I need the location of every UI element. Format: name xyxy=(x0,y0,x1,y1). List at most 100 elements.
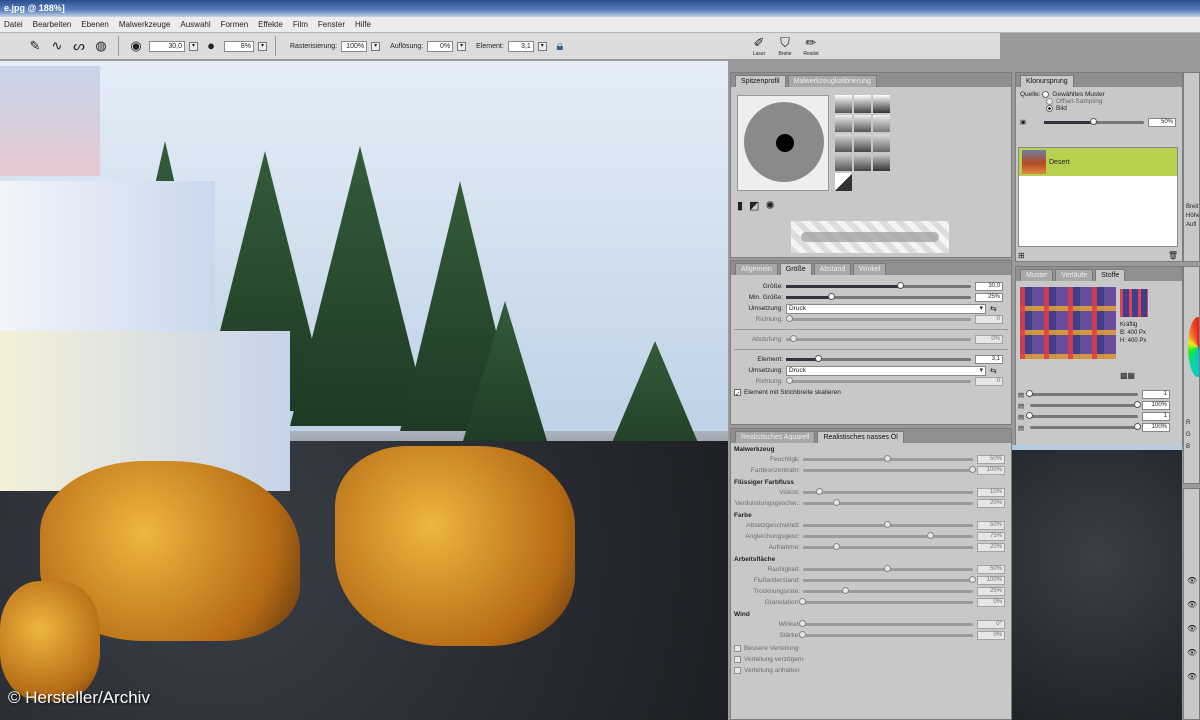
element-slider[interactable] xyxy=(786,355,971,362)
setting-slider[interactable] xyxy=(803,455,973,462)
tip-profile-option[interactable] xyxy=(835,173,852,191)
pattern-slider-value[interactable]: 1 xyxy=(1142,412,1170,421)
tab-verlaeufe[interactable]: Verläufe xyxy=(1055,269,1094,281)
richtung2-slider[interactable] xyxy=(786,377,971,384)
menu-formen[interactable]: Formen xyxy=(217,17,253,32)
fabric-tools[interactable]: ▩▦ xyxy=(1120,371,1135,380)
link-icon[interactable]: ⇆ xyxy=(990,366,997,375)
document-canvas[interactable] xyxy=(0,61,728,720)
tip-profile-option[interactable] xyxy=(835,134,852,152)
setting-value[interactable]: 100% xyxy=(977,576,1005,585)
setting-value[interactable]: 0° xyxy=(977,620,1005,629)
clone-opacity-value[interactable]: 50% xyxy=(1148,117,1176,127)
rasterization-field[interactable]: 100% xyxy=(341,40,368,52)
min-groesse-value[interactable]: 25% xyxy=(975,293,1003,302)
tip-profile-option[interactable] xyxy=(854,134,871,152)
slider-knob[interactable] xyxy=(841,587,849,594)
setting-value[interactable]: 0% xyxy=(977,598,1005,607)
tip-profile-option[interactable] xyxy=(835,114,852,133)
slider-knob[interactable] xyxy=(790,335,797,342)
setting-slider[interactable] xyxy=(803,565,973,572)
tab-allgemein[interactable]: Allgemein xyxy=(735,263,778,275)
abstufung-value[interactable]: 0% xyxy=(975,335,1003,344)
richtung2-value[interactable]: 0 xyxy=(975,377,1003,386)
radio-bild[interactable] xyxy=(1046,105,1053,113)
tip-profile-option[interactable] xyxy=(873,114,890,133)
abstufung-slider[interactable] xyxy=(786,335,971,342)
brush-ghost-icon[interactable]: ◍ xyxy=(92,37,110,55)
radio-offset-sampling[interactable] xyxy=(1046,98,1053,106)
preset-realist[interactable]: ✏ Realist xyxy=(800,35,822,60)
stroke-freehand-icon[interactable]: ∿ xyxy=(48,37,66,55)
resolution-field[interactable]: 0% xyxy=(427,40,454,52)
setting-slider[interactable] xyxy=(803,543,973,550)
slider-knob[interactable] xyxy=(884,455,891,462)
umsetzung2-select[interactable]: Druck xyxy=(786,365,986,376)
setting-value[interactable]: 75% xyxy=(977,532,1005,541)
tab-aquarell[interactable]: Realistisches Aquarell xyxy=(735,431,816,443)
slider-knob[interactable] xyxy=(884,521,891,528)
element-scale-checkbox[interactable]: ✓ xyxy=(734,389,741,398)
slider-knob[interactable] xyxy=(786,315,793,322)
preset-lasur[interactable]: ✐ Lasur xyxy=(748,35,770,60)
groesse-slider[interactable] xyxy=(786,282,971,289)
lock-icon[interactable]: 🔒︎ xyxy=(551,37,569,55)
slider-knob[interactable] xyxy=(799,631,806,638)
menu-fenster[interactable]: Fenster xyxy=(314,17,349,32)
chevron-down-icon[interactable]: ▾ xyxy=(258,41,267,51)
chevron-down-icon[interactable]: ▾ xyxy=(457,41,467,51)
slider-knob[interactable] xyxy=(1026,390,1033,397)
slider-knob[interactable] xyxy=(786,377,793,384)
tip-profile-option[interactable] xyxy=(835,95,852,113)
setting-slider[interactable] xyxy=(803,499,973,506)
tip-profile-option[interactable] xyxy=(873,134,890,152)
stroke-line-icon[interactable]: ᔕ xyxy=(70,37,88,55)
setting-slider[interactable] xyxy=(803,587,973,594)
tab-spitzenprofil[interactable]: Spitzenprofil xyxy=(735,75,786,87)
setting-value[interactable]: 20% xyxy=(977,499,1005,508)
element-field[interactable]: 3,1 xyxy=(507,40,534,52)
add-source-icon[interactable]: ⊞ xyxy=(1018,251,1025,260)
fabric-thumbnail[interactable] xyxy=(1120,289,1148,317)
setting-slider[interactable] xyxy=(803,488,973,495)
tip-profile-option[interactable] xyxy=(873,95,890,113)
setting-slider[interactable] xyxy=(803,521,973,528)
link-icon[interactable]: ⇆ xyxy=(990,304,997,313)
menu-datei[interactable]: Datei xyxy=(0,17,27,32)
element-value[interactable]: 3,1 xyxy=(975,355,1003,364)
tip-profile-option[interactable] xyxy=(835,153,852,172)
tip-profile-option[interactable] xyxy=(854,95,871,113)
chevron-down-icon[interactable]: ▾ xyxy=(189,41,198,51)
pattern-slider[interactable] xyxy=(1026,412,1138,419)
setting-value[interactable]: 50% xyxy=(977,455,1005,464)
setting-slider[interactable] xyxy=(799,598,973,605)
pattern-slider-value[interactable]: 100% xyxy=(1142,401,1170,410)
trash-icon[interactable]: 🗑︎ xyxy=(1168,251,1178,260)
radio-gewaehltes-muster[interactable] xyxy=(1042,91,1050,98)
brush-icon[interactable]: ✎ xyxy=(26,37,44,55)
preset-breite[interactable]: ⛉ Breite xyxy=(774,35,796,60)
color-wheel[interactable] xyxy=(1188,317,1199,377)
pattern-slider[interactable] xyxy=(1030,401,1141,408)
tab-abstand[interactable]: Abstand xyxy=(813,263,852,275)
size-field[interactable]: 30,0 xyxy=(149,40,185,52)
menu-malwerkzeuge[interactable]: Malwerkzeuge xyxy=(115,17,175,32)
clone-opacity-slider[interactable] xyxy=(1044,117,1144,125)
umsetzung-select[interactable]: Druck xyxy=(786,303,986,314)
slider-knob[interactable] xyxy=(799,598,806,605)
menu-auswahl[interactable]: Auswahl xyxy=(176,17,214,32)
verteilung-verzoegern-checkbox[interactable] xyxy=(734,656,741,663)
setting-slider[interactable] xyxy=(803,532,973,539)
menu-film[interactable]: Film xyxy=(289,17,312,32)
pattern-slider[interactable] xyxy=(1026,390,1138,397)
setting-slider[interactable] xyxy=(803,466,976,473)
pattern-slider[interactable] xyxy=(1030,423,1141,430)
setting-value[interactable]: 0% xyxy=(977,631,1005,640)
tab-nasses-oel[interactable]: Realistisches nasses Öl xyxy=(817,431,904,443)
groesse-value[interactable]: 30,0 xyxy=(975,282,1003,291)
slider-knob[interactable] xyxy=(896,282,904,289)
min-groesse-slider[interactable] xyxy=(786,293,971,300)
slider-knob[interactable] xyxy=(828,293,836,300)
menu-effekte[interactable]: Effekte xyxy=(254,17,287,32)
setting-value[interactable]: 25% xyxy=(977,587,1005,596)
